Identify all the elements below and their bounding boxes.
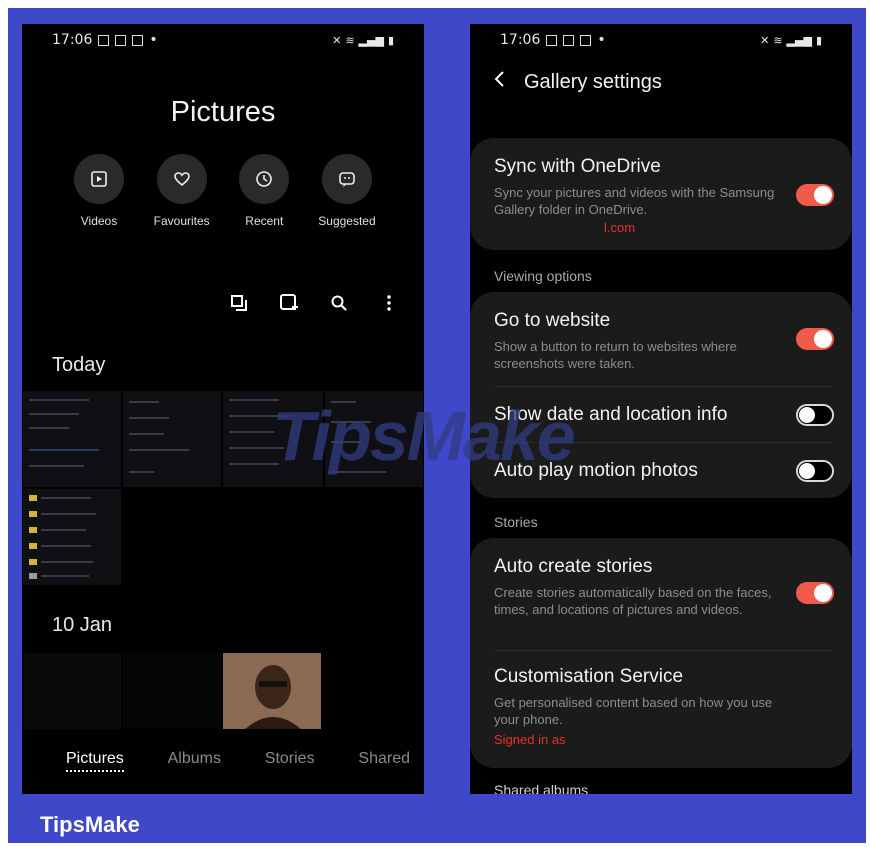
divider xyxy=(494,650,832,651)
mute-icon: ✕ xyxy=(332,33,342,47)
screenshot-thumbnail[interactable] xyxy=(22,390,122,488)
image-icon xyxy=(115,34,127,46)
section-viewing-options: Viewing options xyxy=(494,268,592,284)
photo-thumbnail[interactable] xyxy=(122,652,222,730)
section-shared-albums: Shared albums xyxy=(494,782,589,794)
cloud-icon xyxy=(546,34,558,46)
divider xyxy=(494,386,832,387)
page-title: Gallery settings xyxy=(524,70,662,93)
tab-pictures[interactable]: Pictures xyxy=(66,750,124,772)
clock-icon xyxy=(239,154,290,204)
signal-icon: ▂▄▆ xyxy=(786,33,812,47)
heart-icon xyxy=(156,154,207,204)
system-icons: ✕ ≋ ▂▄▆ ▮ xyxy=(332,34,394,47)
sync-card: Sync with OneDrive Sync your pictures an… xyxy=(470,138,852,250)
date-location-toggle[interactable] xyxy=(796,404,834,426)
onedrive-account: l.com xyxy=(604,220,636,235)
setting-title: Go to website xyxy=(494,310,611,331)
stories-card: Auto create stories Create stories autom… xyxy=(470,538,852,768)
shortcut-label: Suggested xyxy=(318,214,376,228)
setting-description: Get personalised content based on how yo… xyxy=(494,695,773,727)
bottom-tabs: Pictures Albums Stories Shared xyxy=(66,750,410,772)
system-icons: ✕ ≋ ▂▄▆ ▮ xyxy=(760,34,822,47)
status-time: 17:06 xyxy=(52,32,93,48)
section-today: Today xyxy=(52,354,106,376)
shortcut-suggested[interactable]: Suggested xyxy=(310,154,384,228)
add-album-icon[interactable] xyxy=(278,292,300,314)
brand-label: TipsMake xyxy=(40,812,140,837)
search-icon[interactable] xyxy=(328,292,350,314)
mute-icon: ✕ xyxy=(760,33,770,47)
auto-stories-toggle[interactable] xyxy=(796,582,834,604)
select-icon[interactable] xyxy=(228,292,250,314)
setting-description: Create stories automatically based on th… xyxy=(494,585,772,617)
sync-toggle[interactable] xyxy=(796,184,834,206)
shortcut-row: Videos Favourites Recent Suggested xyxy=(62,154,384,228)
setting-description: Show a button to return to websites wher… xyxy=(494,339,737,371)
setting-title: Auto create stories xyxy=(494,556,653,577)
website-toggle[interactable] xyxy=(796,328,834,350)
sparkle-icon xyxy=(321,154,372,204)
sync-onedrive-row[interactable]: Sync with OneDrive Sync your pictures an… xyxy=(494,156,832,235)
status-bar: 17:06 • ✕ ≋ ▂▄▆ ▮ xyxy=(52,30,394,50)
shortcut-recent[interactable]: Recent xyxy=(227,154,301,228)
signed-in-account: Signed in as xyxy=(494,732,566,747)
signal-icon: ▂▄▆ xyxy=(358,33,384,47)
go-to-website-row[interactable]: Go to website Show a button to return to… xyxy=(494,310,832,372)
setting-title: Sync with OneDrive xyxy=(494,156,661,177)
tab-albums[interactable]: Albums xyxy=(168,750,221,772)
tab-shared[interactable]: Shared xyxy=(358,750,410,772)
screenshot-thumbnail[interactable] xyxy=(122,390,222,488)
battery-icon: ▮ xyxy=(387,33,394,47)
portrait-photo-thumbnail[interactable] xyxy=(222,652,322,730)
gallery-toolbar xyxy=(228,292,400,314)
section-stories: Stories xyxy=(494,514,538,530)
section-10-jan: 10 Jan xyxy=(52,614,113,636)
more-dot-icon: • xyxy=(149,32,158,48)
play-icon xyxy=(74,154,124,204)
status-time: 17:06 xyxy=(500,32,541,48)
setting-description: Sync your pictures and videos with the S… xyxy=(494,185,775,217)
more-dot-icon: • xyxy=(597,32,606,48)
status-bar: 17:06 • ✕ ≋ ▂▄▆ ▮ xyxy=(500,30,822,50)
setting-title: Customisation Service xyxy=(494,666,684,687)
photo-thumbnail[interactable] xyxy=(22,652,122,730)
today-thumbnails-row2 xyxy=(22,488,424,586)
tab-stories[interactable]: Stories xyxy=(265,750,315,772)
shortcut-label: Videos xyxy=(80,214,118,228)
linkedin-icon xyxy=(132,34,144,46)
wifi-icon: ≋ xyxy=(345,33,355,47)
wifi-icon: ≋ xyxy=(773,33,783,47)
shortcut-videos[interactable]: Videos xyxy=(62,154,136,228)
screenshot-thumbnail[interactable] xyxy=(22,488,122,586)
notification-icon xyxy=(98,34,110,46)
battery-icon: ▮ xyxy=(815,33,822,47)
tipsmake-watermark: TipsMake xyxy=(272,397,576,475)
jan-thumbnails xyxy=(22,652,424,730)
more-options-icon[interactable] xyxy=(378,292,400,314)
customisation-service-row[interactable]: Customisation Service Get personalised c… xyxy=(494,666,832,747)
auto-create-stories-row[interactable]: Auto create stories Create stories autom… xyxy=(494,556,832,618)
notification-icon xyxy=(580,34,592,46)
motion-photos-toggle[interactable] xyxy=(796,460,834,482)
shortcut-label: Recent xyxy=(245,214,284,228)
back-arrow-icon[interactable] xyxy=(494,70,506,94)
shortcut-label: Favourites xyxy=(153,214,210,228)
image-icon xyxy=(563,34,575,46)
page-title: Pictures xyxy=(170,96,276,128)
shortcut-favourites[interactable]: Favourites xyxy=(145,154,219,228)
settings-header: Gallery settings xyxy=(494,70,662,94)
